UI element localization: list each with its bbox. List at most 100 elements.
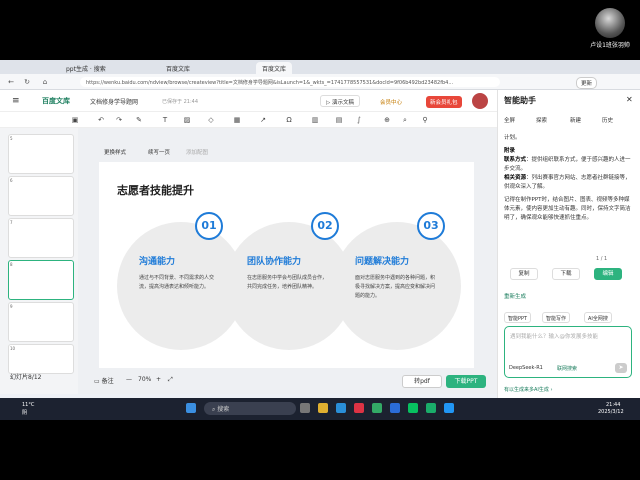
- card-number: 01: [195, 212, 223, 240]
- weather-desc: 阴: [22, 410, 28, 416]
- app-icon[interactable]: [354, 403, 364, 413]
- tab-history[interactable]: 历史: [602, 116, 613, 124]
- card-desc[interactable]: 面对志愿服务中遇到的各种问题，积极寻找解决方案，提高应变和解决问题的能力。: [355, 274, 437, 301]
- close-icon[interactable]: ✕: [626, 95, 633, 104]
- clock-time[interactable]: 21:44: [606, 402, 620, 408]
- assistant-input[interactable]: 遇到我能什么？输入@你发展多技能 DeepSeek-R1 联网搜索 ➤: [504, 326, 632, 378]
- url-input[interactable]: https://wenku.baidu.com/ndview/browse/cr…: [80, 77, 500, 87]
- weather-temp[interactable]: 11°C: [22, 402, 34, 408]
- slide-thumb[interactable]: 9: [8, 302, 74, 342]
- image-icon[interactable]: ▨: [182, 115, 192, 125]
- download-button[interactable]: 下载: [552, 268, 580, 280]
- redo-icon[interactable]: ↷: [114, 115, 124, 125]
- card-title[interactable]: 问题解决能力: [355, 254, 409, 267]
- tab-search[interactable]: ppt生成 · 搜索: [60, 62, 112, 74]
- assistant-message: 计划。 附录 联系方式：提供组织联系方式，便于感兴趣的人进一步交流。 相关资源：…: [504, 134, 632, 223]
- menu-icon[interactable]: ≡: [12, 96, 20, 106]
- slide-thumb[interactable]: 6: [8, 176, 74, 216]
- avatar[interactable]: [472, 93, 488, 109]
- reload-icon[interactable]: ↻: [22, 77, 32, 87]
- table-icon[interactable]: ▦: [232, 115, 242, 125]
- thumb-number: 5: [10, 136, 13, 141]
- chip-smart-writing[interactable]: 智能写作: [542, 312, 571, 323]
- slide-title[interactable]: 志愿者技能提升: [117, 182, 194, 198]
- doc-title[interactable]: 文档修身学导题网: [90, 97, 138, 106]
- taskbar-search[interactable]: ⌕ 搜索: [204, 402, 296, 415]
- zoom-out-icon[interactable]: —: [126, 376, 132, 383]
- tab-explore[interactable]: 探索: [536, 116, 547, 124]
- card-desc[interactable]: 在志愿服务中学会与团队成员合作，共同完成任务，培养团队精神。: [247, 274, 329, 292]
- tab-bar: ppt生成 · 搜索 百度文库 百度文库: [0, 60, 640, 74]
- brush-icon[interactable]: ✎: [134, 115, 144, 125]
- card-title[interactable]: 沟通能力: [139, 254, 175, 267]
- tab-label: 百度文库: [262, 66, 287, 73]
- slide-thumb-selected[interactable]: 8: [8, 260, 74, 300]
- assistant-title: 智能助手: [504, 96, 536, 105]
- notes-button[interactable]: ▭ 备注: [94, 376, 114, 385]
- textbox-icon[interactable]: T: [160, 115, 170, 125]
- edge-icon[interactable]: [336, 403, 346, 413]
- new-user-badge[interactable]: 新会员礼包: [426, 96, 462, 108]
- slide-thumb[interactable]: 5: [8, 134, 74, 174]
- input-placeholder: 遇到我能什么？输入@你发展多技能: [510, 334, 599, 340]
- update-button[interactable]: 更新: [576, 77, 598, 89]
- save-time: 已保存于 21:44: [162, 99, 198, 105]
- tab-wenku-1[interactable]: 百度文库: [160, 62, 196, 74]
- edit-button[interactable]: 编辑: [594, 268, 622, 280]
- card-desc[interactable]: 通过与不同背景、不同需求的人交流，提高沟通表达和倾听能力。: [139, 274, 221, 292]
- model-selector[interactable]: DeepSeek-R1: [509, 365, 543, 371]
- fit-icon[interactable]: ⤢: [168, 376, 173, 384]
- grid-icon[interactable]: ▤: [334, 115, 344, 125]
- footer-link[interactable]: 有以生成来多AI生成 ›: [504, 386, 553, 393]
- chip-smart-ppt[interactable]: 智能PPT: [504, 312, 532, 323]
- taskview-icon[interactable]: [300, 403, 310, 413]
- to-pdf-button[interactable]: 转pdf: [402, 375, 442, 388]
- symbol-icon[interactable]: Ω: [284, 115, 294, 125]
- format-icon[interactable]: ▣: [70, 115, 80, 125]
- app-icon[interactable]: [444, 403, 454, 413]
- chip-ai-search[interactable]: AI全网搜: [584, 312, 612, 323]
- formula-icon[interactable]: ∫: [354, 115, 364, 125]
- editor-toolbar: ▣ ↶ ↷ ✎ T ▨ ◇ ▦ ↗ Ω ▥ ▤ ∫ ⊕ ⌕ ⚲: [0, 112, 497, 128]
- start-icon[interactable]: [186, 403, 196, 413]
- slides-panel: 5 6 7 8 9 10: [0, 128, 78, 394]
- slide-canvas[interactable]: 志愿者技能提升 01 02 03 沟通能力 团队协作能力 问题解决能力 通过与不…: [99, 162, 474, 368]
- line-icon[interactable]: ↗: [258, 115, 268, 125]
- resource-label: 相关资源: [504, 175, 527, 181]
- zoom-in-icon[interactable]: +: [156, 376, 161, 383]
- home-icon[interactable]: ⌂: [40, 77, 50, 87]
- explorer-icon[interactable]: [318, 403, 328, 413]
- back-icon[interactable]: ←: [6, 77, 16, 87]
- regenerate-link[interactable]: 重新生成: [504, 292, 526, 300]
- pager[interactable]: 1 / 1: [596, 256, 607, 262]
- shape-icon[interactable]: ◇: [206, 115, 216, 125]
- wechat-icon[interactable]: [408, 403, 418, 413]
- copy-button[interactable]: 复制: [510, 268, 538, 280]
- undo-icon[interactable]: ↶: [96, 115, 106, 125]
- tab-label: ppt生成 · 搜索: [66, 66, 106, 73]
- card-title[interactable]: 团队协作能力: [247, 254, 301, 267]
- search-icon[interactable]: ⌕: [400, 115, 410, 125]
- app-icon[interactable]: [390, 403, 400, 413]
- insert-image-button[interactable]: 添加配图: [186, 148, 208, 156]
- change-style-button[interactable]: 更换样式: [104, 148, 126, 156]
- member-center-link[interactable]: 会员中心: [380, 98, 402, 106]
- send-icon[interactable]: ➤: [615, 363, 627, 373]
- slide-thumb[interactable]: 7: [8, 218, 74, 258]
- download-ppt-button[interactable]: 下载PPT: [446, 375, 486, 388]
- add-icon[interactable]: ⊕: [382, 115, 392, 125]
- tab-wenku-2[interactable]: 百度文库: [256, 62, 293, 74]
- slide-thumb[interactable]: 10: [8, 344, 74, 374]
- link-icon[interactable]: ⚲: [420, 115, 430, 125]
- tab-new[interactable]: 新建: [570, 116, 581, 124]
- assistant-panel: 智能助手 ✕ 全屏 探索 新建 历史 计划。 附录 联系方式：提供组织联系方式，…: [497, 90, 640, 398]
- play-icon: ▷: [326, 100, 331, 106]
- web-search-toggle[interactable]: 联网搜索: [557, 365, 577, 372]
- app-icon[interactable]: [372, 403, 382, 413]
- app-icon[interactable]: [426, 403, 436, 413]
- tab-fullscreen[interactable]: 全屏: [504, 116, 515, 124]
- notes-icon: ▭: [94, 378, 100, 385]
- chart-icon[interactable]: ▥: [310, 115, 320, 125]
- continue-page-button[interactable]: 续写一页: [148, 148, 170, 156]
- present-button[interactable]: ▷ 演示文稿: [320, 95, 360, 107]
